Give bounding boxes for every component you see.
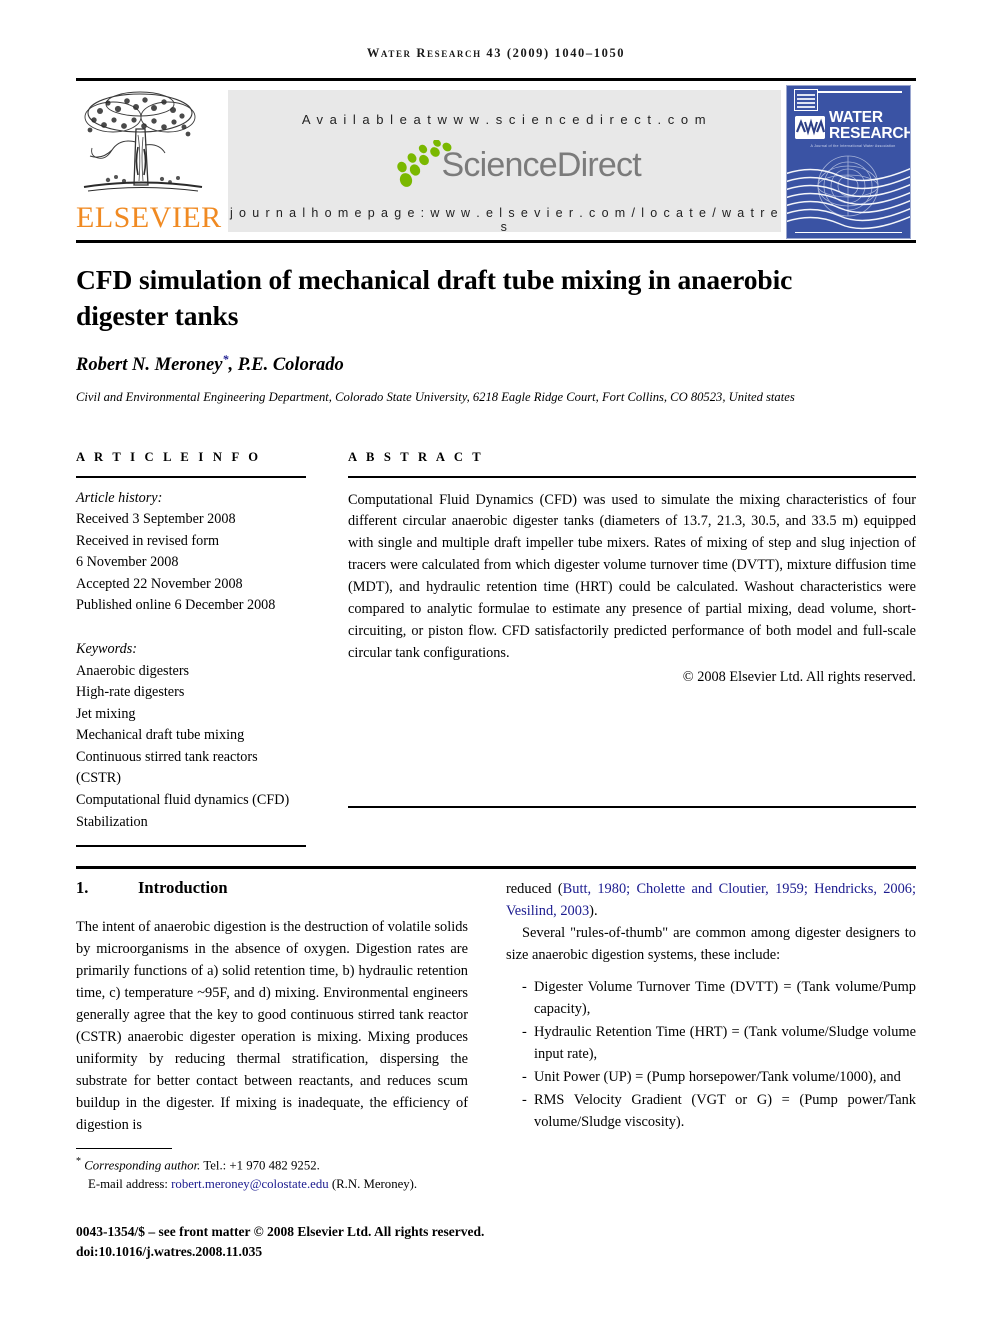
body-top-rule	[76, 866, 916, 869]
iwa-logo-icon	[795, 116, 825, 139]
keyword-item: Continuous stirred tank reactors	[76, 748, 258, 765]
cover-subtitle: A Journal of the International Water Ass…	[810, 144, 896, 148]
history-item: 6 November 2008	[76, 554, 179, 571]
author-suffix: , P.E. Colorado	[228, 355, 344, 376]
abstract-rule	[348, 476, 916, 478]
keyword-item: (CSTR)	[76, 770, 121, 787]
footnote-line-1: * Corresponding author. Tel.: +1 970 482…	[76, 1154, 496, 1175]
email-link[interactable]: robert.meroney@colostate.edu	[171, 1177, 328, 1191]
abstract-bottom-rule	[348, 806, 916, 808]
history-item: Published online 6 December 2008	[76, 597, 276, 614]
keyword-item: Anaerobic digesters	[76, 662, 190, 679]
section-title: Introduction	[138, 878, 228, 897]
sciencedirect-banner: A v a i l a b l e a t w w w . s c i e n …	[228, 90, 781, 234]
article-info-column: A R T I C L E I N F O Article history: R…	[76, 450, 306, 848]
journal-homepage-text: j o u r n a l h o m e p a g e : w w w . …	[229, 206, 780, 234]
author-line: Robert N. Meroney*, P.E. Colorado	[76, 352, 916, 376]
footnote-rule	[76, 1148, 172, 1150]
cover-bottom-rule	[795, 231, 902, 233]
sciencedirect-logo: ScienceDirect	[228, 139, 781, 194]
history-item: Received 3 September 2008	[76, 511, 236, 528]
list-item: RMS Velocity Gradient (VGT or G) = (Pump…	[522, 1089, 916, 1133]
paragraph-continuation-suffix: ).	[589, 903, 598, 920]
keyword-item: Mechanical draft tube mixing	[76, 727, 245, 744]
paragraph-continuation-prefix: reduced (	[506, 881, 563, 897]
footer-block: 0043-1354/$ – see front matter © 2008 El…	[76, 1222, 576, 1261]
abstract-label: A B S T R A C T	[348, 450, 484, 464]
abstract-copyright: © 2008 Elsevier Ltd. All rights reserved…	[682, 669, 916, 686]
doi-line[interactable]: doi:10.1016/j.watres.2008.11.035	[76, 1242, 576, 1262]
section-number: 1.	[76, 878, 89, 897]
footnote-line-2: E-mail address: robert.meroney@colostate…	[76, 1175, 496, 1194]
issn-line: 0043-1354/$ – see front matter © 2008 El…	[76, 1224, 485, 1239]
header-rule	[76, 78, 916, 81]
intro-paragraph-1-continued: reduced (Butt, 1980; Cholette and Clouti…	[506, 878, 916, 922]
keywords-label: Keywords:	[76, 640, 137, 657]
introduction-heading: 1. Introduction	[76, 878, 468, 898]
corresponding-author-tel: Tel.: +1 970 482 9252.	[203, 1158, 320, 1173]
list-item: Unit Power (UP) = (Pump horsepower/Tank …	[522, 1066, 916, 1088]
page-title: CFD simulation of mechanical draft tube …	[76, 264, 793, 332]
email-owner: (R.N. Meroney).	[331, 1177, 418, 1192]
masthead-bottom-rule	[76, 240, 916, 243]
sciencedirect-wordmark: ScienceDirect	[441, 146, 642, 184]
abstract-text: Computational Fluid Dynamics (CFD) was u…	[348, 491, 916, 661]
keywords-block: Keywords: Anaerobic digesters High-rate …	[76, 639, 306, 833]
intro-paragraph-1: The intent of anaerobic digestion is the…	[76, 919, 468, 1134]
keyword-item: Stabilization	[76, 813, 148, 830]
available-at-text: A v a i l a b l e a t w w w . s c i e n …	[301, 112, 708, 127]
elsevier-wordmark: ELSEVIER	[76, 201, 222, 234]
paper-page: Water Research 43 (2009) 1040–1050 ELSEV…	[0, 0, 992, 1323]
masthead: ELSEVIER A v a i l a b l e a t w w w . s…	[76, 85, 916, 240]
cover-title: WATER RESEARCH	[829, 109, 911, 142]
footnote-marker: *	[76, 1156, 81, 1167]
cover-elsevier-mark	[794, 89, 818, 111]
body-column-left: 1. Introduction The intent of anaerobic d…	[76, 878, 468, 1136]
article-info-rule	[76, 476, 306, 478]
article-info-label: A R T I C L E I N F O	[76, 450, 262, 464]
footnote-block: * Corresponding author. Tel.: +1 970 482…	[76, 1154, 496, 1195]
cover-wave-graphic	[787, 155, 910, 230]
list-item: Hydraulic Retention Time (HRT) = (Tank v…	[522, 1021, 916, 1065]
history-label: Article history:	[76, 489, 163, 506]
intro-paragraph-2: Several "rules-of-thumb" are common amon…	[506, 925, 916, 964]
corresponding-author-label: Corresponding author.	[84, 1158, 201, 1173]
history-item: Received in revised form	[76, 532, 220, 549]
elsevier-tree-icon	[83, 91, 203, 192]
citation-links[interactable]: Butt, 1980; Cholette and Cloutier, 1959;…	[506, 881, 916, 919]
body-column-right: reduced (Butt, 1980; Cholette and Clouti…	[506, 878, 916, 1134]
article-history: Article history: Received 3 September 20…	[76, 488, 306, 617]
history-item: Accepted 22 November 2008	[76, 575, 243, 592]
running-head: Water Research 43 (2009) 1040–1050	[366, 46, 626, 60]
keyword-item: Computational fluid dynamics (CFD)	[76, 792, 290, 809]
abstract-column: A B S T R A C T Computational Fluid Dyna…	[348, 450, 916, 686]
keyword-item: Jet mixing	[76, 705, 136, 722]
article-info-bottom-rule	[76, 845, 306, 848]
rules-of-thumb-list: Digester Volume Turnover Time (DVTT) = (…	[506, 976, 916, 1133]
author-name: Robert N. Meroney	[76, 355, 223, 376]
journal-cover-thumbnail: WATER RESEARCH A Journal of the Internat…	[786, 85, 911, 239]
affiliation: Civil and Environmental Engineering Depa…	[76, 390, 795, 404]
keyword-item: High-rate digesters	[76, 684, 185, 701]
email-label: E-mail address:	[88, 1177, 168, 1192]
elsevier-logo: ELSEVIER	[76, 85, 224, 240]
list-item: Digester Volume Turnover Time (DVTT) = (…	[522, 976, 916, 1020]
